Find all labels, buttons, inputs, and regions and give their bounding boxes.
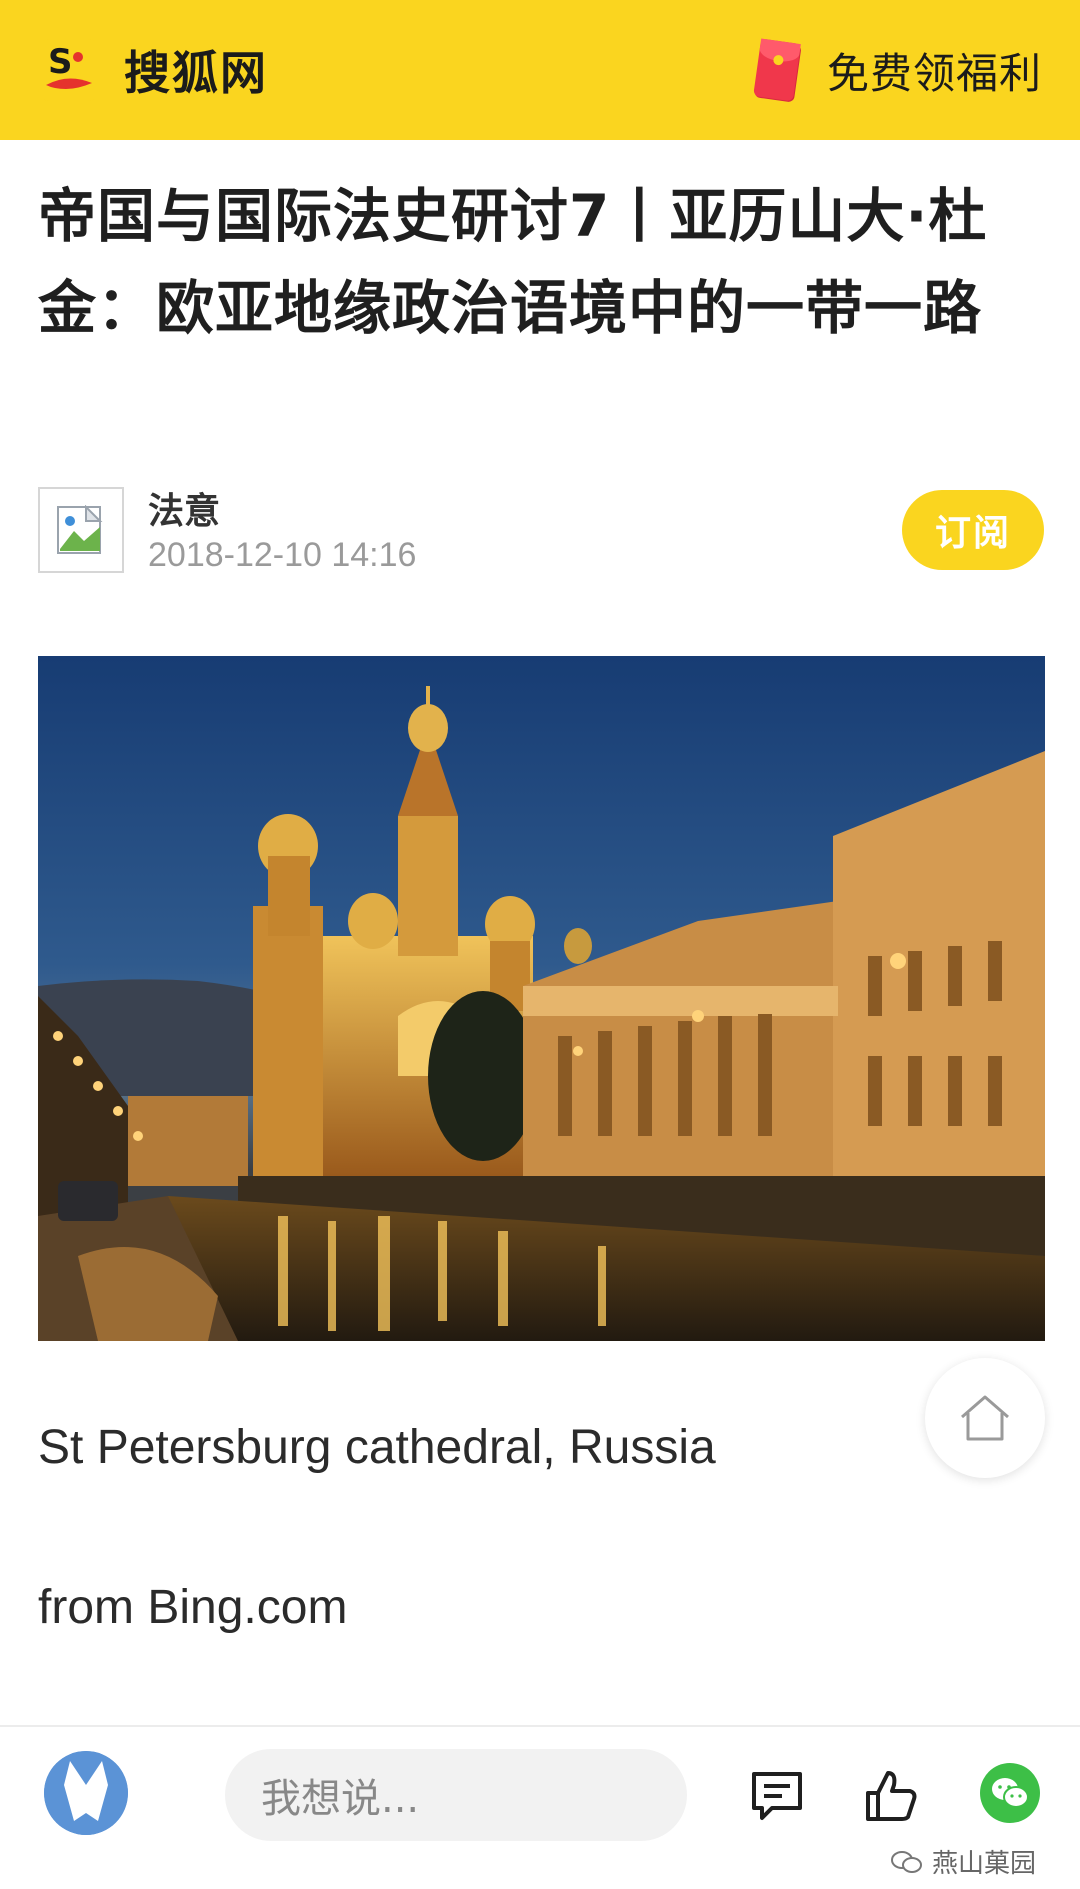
red-packet-icon: [753, 38, 801, 102]
bottom-bar: 我想说... 燕山菓园: [0, 1725, 1080, 1889]
thumbs-up-icon: [866, 1771, 917, 1821]
photo-source: from Bing.com: [38, 1581, 348, 1634]
comment-input-placeholder: 我想说...: [261, 1776, 420, 1822]
comment-button[interactable]: [748, 1767, 806, 1825]
photo-caption: St Petersburg cathedral, Russia: [38, 1421, 716, 1474]
home-button[interactable]: [925, 1358, 1045, 1478]
home-icon: [961, 1395, 1009, 1441]
svg-text:S: S: [48, 42, 73, 82]
author-avatar[interactable]: [38, 487, 124, 573]
article-photo[interactable]: [38, 656, 1045, 1341]
free-benefits-label: 免费领福利: [826, 48, 1042, 98]
sohu-logo-icon[interactable]: S: [38, 39, 100, 101]
broken-image-icon: [57, 505, 103, 554]
comment-icon: [752, 1772, 802, 1820]
like-button[interactable]: [862, 1767, 920, 1825]
publish-time: 2018-12-10 14:16: [148, 536, 417, 574]
comment-input[interactable]: 我想说...: [225, 1749, 687, 1841]
top-bar: S 搜狐网 免费领福利: [0, 0, 1080, 140]
wechat-watermark-icon: [891, 1850, 922, 1873]
watermark-label: 燕山菓园: [932, 1849, 1037, 1879]
watermark: 燕山菓园: [890, 1843, 1036, 1880]
wechat-icon: [992, 1778, 1029, 1808]
site-name[interactable]: 搜狐网: [124, 37, 268, 103]
author-name[interactable]: 法意: [148, 482, 220, 534]
subscribe-button[interactable]: 订阅: [902, 490, 1044, 570]
free-benefits-link[interactable]: 免费领福利: [753, 38, 1042, 102]
wechat-share-button[interactable]: [980, 1763, 1040, 1823]
article-title: 帝国与国际法史研讨7丨亚历山大·杜金：欧亚地缘政治语境中的一带一路: [38, 182, 988, 342]
user-avatar[interactable]: [44, 1751, 128, 1835]
